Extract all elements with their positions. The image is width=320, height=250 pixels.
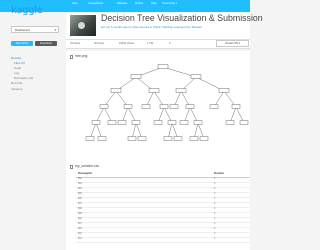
nav-jobs[interactable]: Jobs bbox=[151, 2, 156, 6]
csv-file-name[interactable]: my_solution.csv bbox=[75, 164, 99, 169]
nav-competitions[interactable]: Competitions bbox=[88, 2, 103, 6]
sidebar-item-run-info[interactable]: Run Info bbox=[11, 81, 22, 85]
views-count: 19002 Views bbox=[119, 42, 134, 45]
cell-passengerid: 904 bbox=[78, 238, 82, 240]
votes-count[interactable]: 34 Votes bbox=[70, 42, 80, 46]
sidebar-item-versions[interactable]: Versions bbox=[11, 87, 23, 91]
sidebar-item-files[interactable]: Files (2) bbox=[14, 61, 25, 65]
chevron-down-icon: ▾ bbox=[238, 42, 241, 45]
download-button[interactable]: Download bbox=[35, 41, 57, 46]
script-subtitle[interactable]: last run 5 months ago by Arias Ventura i… bbox=[101, 25, 202, 29]
version-label: Version 5/6 bbox=[224, 42, 238, 45]
image-file-name[interactable]: tree.png bbox=[75, 54, 87, 59]
other-count: 0 bbox=[169, 42, 171, 45]
nav-host[interactable]: Host bbox=[72, 2, 77, 6]
csv-file-icon bbox=[70, 165, 73, 169]
kaggle-logo[interactable]: kaggle bbox=[11, 5, 43, 17]
table-row: 904 1 bbox=[76, 237, 250, 243]
forks-count[interactable]: 66 Forks bbox=[94, 42, 104, 46]
decision-tree-image bbox=[85, 64, 249, 141]
new-script-button[interactable]: New Script bbox=[11, 41, 33, 46]
sidebar-item-results[interactable]: Results bbox=[11, 56, 21, 60]
page-title: Decision Tree Visualization & Submission bbox=[101, 13, 263, 23]
nav-scripts[interactable]: Scripts bbox=[135, 2, 143, 6]
nav-datasets[interactable]: Datasets bbox=[117, 2, 127, 6]
thumbnail-ball-image bbox=[78, 22, 85, 29]
sidebar-item-code[interactable]: Code bbox=[14, 66, 21, 70]
chevron-down-icon: ▾ bbox=[54, 28, 56, 32]
version-button[interactable]: Version 5/6 ▾ bbox=[216, 40, 249, 47]
comments-count: 1.75k bbox=[147, 42, 154, 45]
dashboard-select-value: Dashboard bbox=[15, 28, 30, 32]
sidebar-item-discussion[interactable]: Discussion (0) bbox=[14, 76, 33, 80]
cell-survived: 1 bbox=[214, 238, 216, 240]
nav-community[interactable]: Community ▾ bbox=[162, 2, 177, 6]
sidebar-item-log[interactable]: Log bbox=[14, 71, 19, 75]
image-file-icon bbox=[70, 55, 73, 59]
dashboard-select[interactable]: Dashboard ▾ bbox=[11, 26, 59, 33]
